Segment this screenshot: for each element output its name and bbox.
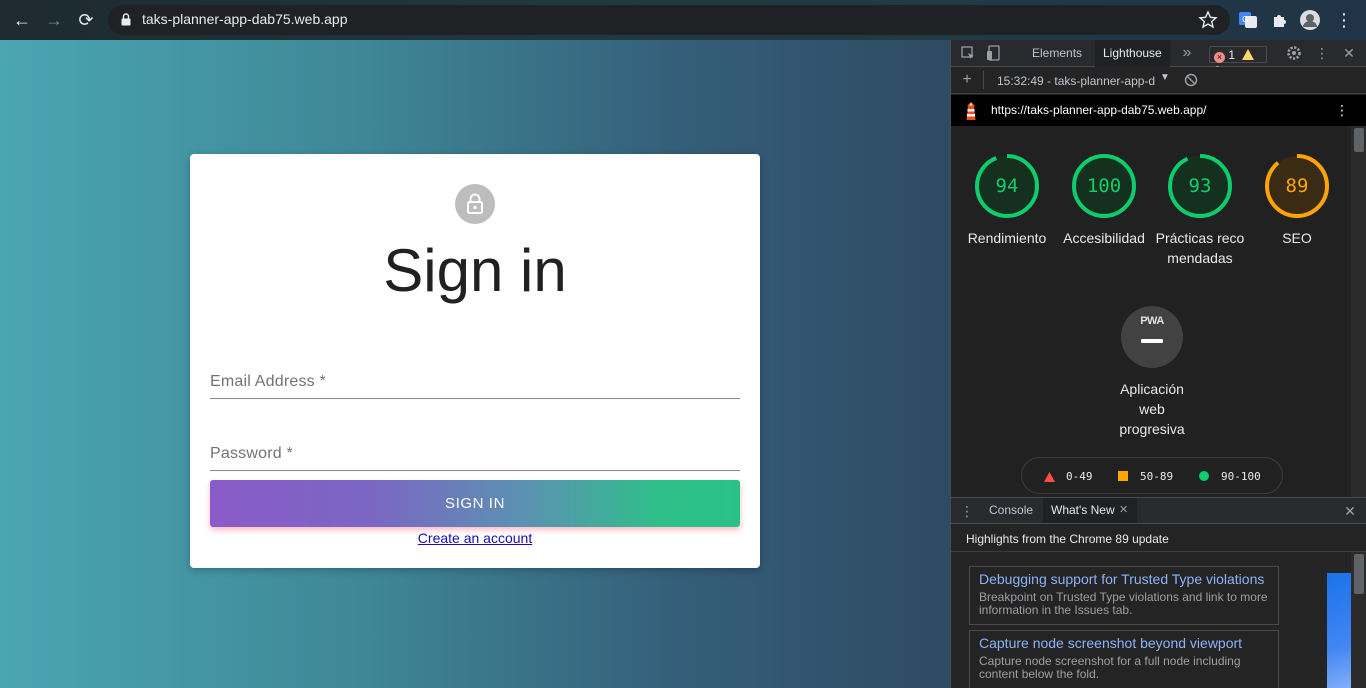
drawer-scrollbar[interactable] — [1351, 552, 1366, 688]
gauge-score: 93 — [1188, 175, 1212, 197]
lighthouse-report: 94 Rendimiento 100 Accesibilidad 93 Prácticas… — [951, 126, 1351, 497]
score-gauge[interactable]: 100 — [1071, 153, 1137, 219]
score-gauge[interactable]: 93 — [1167, 153, 1233, 219]
news-item[interactable]: Debugging support for Trusted Type viola… — [969, 566, 1279, 625]
reload-icon[interactable]: ⟳ — [76, 10, 96, 30]
drawer-divider — [951, 551, 1366, 552]
device-toolbar-icon[interactable] — [986, 45, 1002, 61]
report-selector[interactable]: 15:32:49 - taks-planner-app-d — [997, 74, 1155, 88]
tab-lighthouse[interactable]: Lighthouse — [1095, 40, 1170, 67]
back-arrow-icon[interactable]: ← — [12, 10, 32, 30]
report-url-bar: https://taks-planner-app-dab75.web.app/ … — [951, 95, 1366, 126]
fail-triangle-icon — [1044, 472, 1055, 482]
gauge-label: Rendimiento — [967, 230, 1047, 246]
email-field[interactable]: Email Address * — [210, 365, 740, 399]
password-label: Password * — [210, 445, 293, 462]
pwa-dash-icon — [1141, 339, 1163, 343]
warning-icon — [1242, 49, 1255, 60]
page-title: Sign in — [383, 237, 567, 304]
lock-avatar — [455, 184, 495, 224]
error-count: 1 — [1228, 48, 1236, 62]
devtools-tab-bar: Elements Lighthouse » × 1 2 ⋮ ✕ — [951, 40, 1366, 78]
email-label: Email Address * — [210, 373, 326, 390]
score-gauge[interactable]: 94 — [974, 153, 1040, 219]
chevron-down-icon[interactable]: ▼ — [1160, 72, 1170, 83]
score-legend: 0-49 50-89 90-100 — [1021, 457, 1283, 494]
translate-icon[interactable]: G — [1238, 10, 1258, 30]
legend-fail: 0-49 — [1066, 470, 1093, 483]
url-text[interactable]: taks-planner-app-dab75.web.app — [142, 11, 347, 27]
bookmark-star-icon[interactable] — [1198, 10, 1218, 30]
gauge-label: SEO — [1282, 230, 1312, 246]
browser-toolbar: ← → ⟳ taks-planner-app-dab75.web.app G ⋮ — [0, 0, 1366, 40]
signin-card: Sign in Email Address * Password * SIGN … — [190, 154, 760, 568]
legend-pass: 90-100 — [1221, 470, 1261, 483]
close-tab-icon[interactable]: ✕ — [1119, 503, 1128, 516]
pwa-label: Aplicación web progresiva — [1119, 381, 1185, 437]
create-account-link[interactable]: Create an account — [190, 530, 760, 546]
gauge-label: Accesibilidad — [1063, 230, 1145, 246]
pass-circle-icon — [1199, 471, 1209, 481]
gauge-label: Prácticas recomendadas — [1155, 230, 1245, 266]
score-gauge[interactable]: 89 — [1264, 153, 1330, 219]
issues-badge[interactable]: × 1 2 — [1209, 46, 1267, 78]
drawer-tab-bar: ⋮ Console What's New ✕ ✕ — [951, 497, 1366, 524]
devtools-panel: Elements Lighthouse » × 1 2 ⋮ ✕ + 15:32:… — [950, 40, 1366, 688]
extensions-puzzle-icon[interactable] — [1270, 10, 1290, 30]
close-devtools-icon[interactable]: ✕ — [1341, 45, 1357, 61]
gauge-score: 89 — [1285, 175, 1309, 197]
report-url[interactable]: https://taks-planner-app-dab75.web.app/ — [991, 103, 1206, 117]
lighthouse-toolbar: + 15:32:49 - taks-planner-app-d ▼ — [951, 67, 1366, 94]
clear-reports-icon[interactable] — [1183, 72, 1199, 88]
gauge-score: 100 — [1086, 175, 1122, 197]
gauge-score: 94 — [995, 175, 1019, 197]
lighthouse-logo-icon — [966, 102, 976, 120]
report-scrollbar[interactable] — [1351, 126, 1366, 497]
news-title[interactable]: Capture node screenshot beyond viewport — [979, 635, 1269, 652]
tab-console[interactable]: Console — [981, 498, 1041, 523]
sign-in-button[interactable]: SIGN IN — [210, 480, 740, 527]
news-title[interactable]: Debugging support for Trusted Type viola… — [979, 571, 1269, 588]
average-square-icon — [1118, 471, 1128, 481]
new-report-icon[interactable]: + — [959, 72, 975, 88]
page-background: Sign in Email Address * Password * SIGN … — [0, 40, 950, 688]
pwa-badge-text: PWA — [1140, 315, 1164, 327]
whats-new-heading: Highlights from the Chrome 89 update — [966, 532, 1169, 546]
lock-icon — [467, 193, 483, 214]
secure-lock-icon — [121, 13, 131, 26]
tab-elements[interactable]: Elements — [1024, 40, 1090, 67]
browser-menu-icon[interactable]: ⋮ — [1334, 10, 1354, 30]
news-item[interactable]: Capture node screenshot beyond viewport … — [969, 630, 1279, 688]
profile-avatar-icon[interactable] — [1300, 10, 1320, 30]
scrollbar-thumb[interactable] — [1354, 128, 1364, 152]
forward-arrow-icon[interactable]: → — [44, 10, 64, 30]
scrollbar-thumb[interactable] — [1354, 554, 1364, 594]
close-drawer-icon[interactable]: ✕ — [1342, 503, 1358, 519]
news-body: Breakpoint on Trusted Type violations an… — [979, 590, 1268, 617]
report-menu-icon[interactable]: ⋮ — [1334, 102, 1350, 118]
toolbar-divider — [983, 71, 984, 89]
drawer-menu-icon[interactable]: ⋮ — [959, 503, 975, 519]
error-icon: × — [1214, 52, 1225, 63]
pwa-badge[interactable]: PWA — [1121, 306, 1183, 368]
password-field[interactable]: Password * — [210, 437, 740, 471]
svg-text:G: G — [1242, 15, 1248, 24]
inspect-element-icon[interactable] — [960, 45, 976, 61]
devtools-menu-icon[interactable]: ⋮ — [1314, 45, 1330, 61]
news-body: Capture node screenshot for a full node … — [979, 654, 1241, 681]
settings-gear-icon[interactable] — [1286, 45, 1302, 61]
more-tabs-icon[interactable]: » — [1179, 45, 1195, 61]
legend-average: 50-89 — [1140, 470, 1174, 483]
